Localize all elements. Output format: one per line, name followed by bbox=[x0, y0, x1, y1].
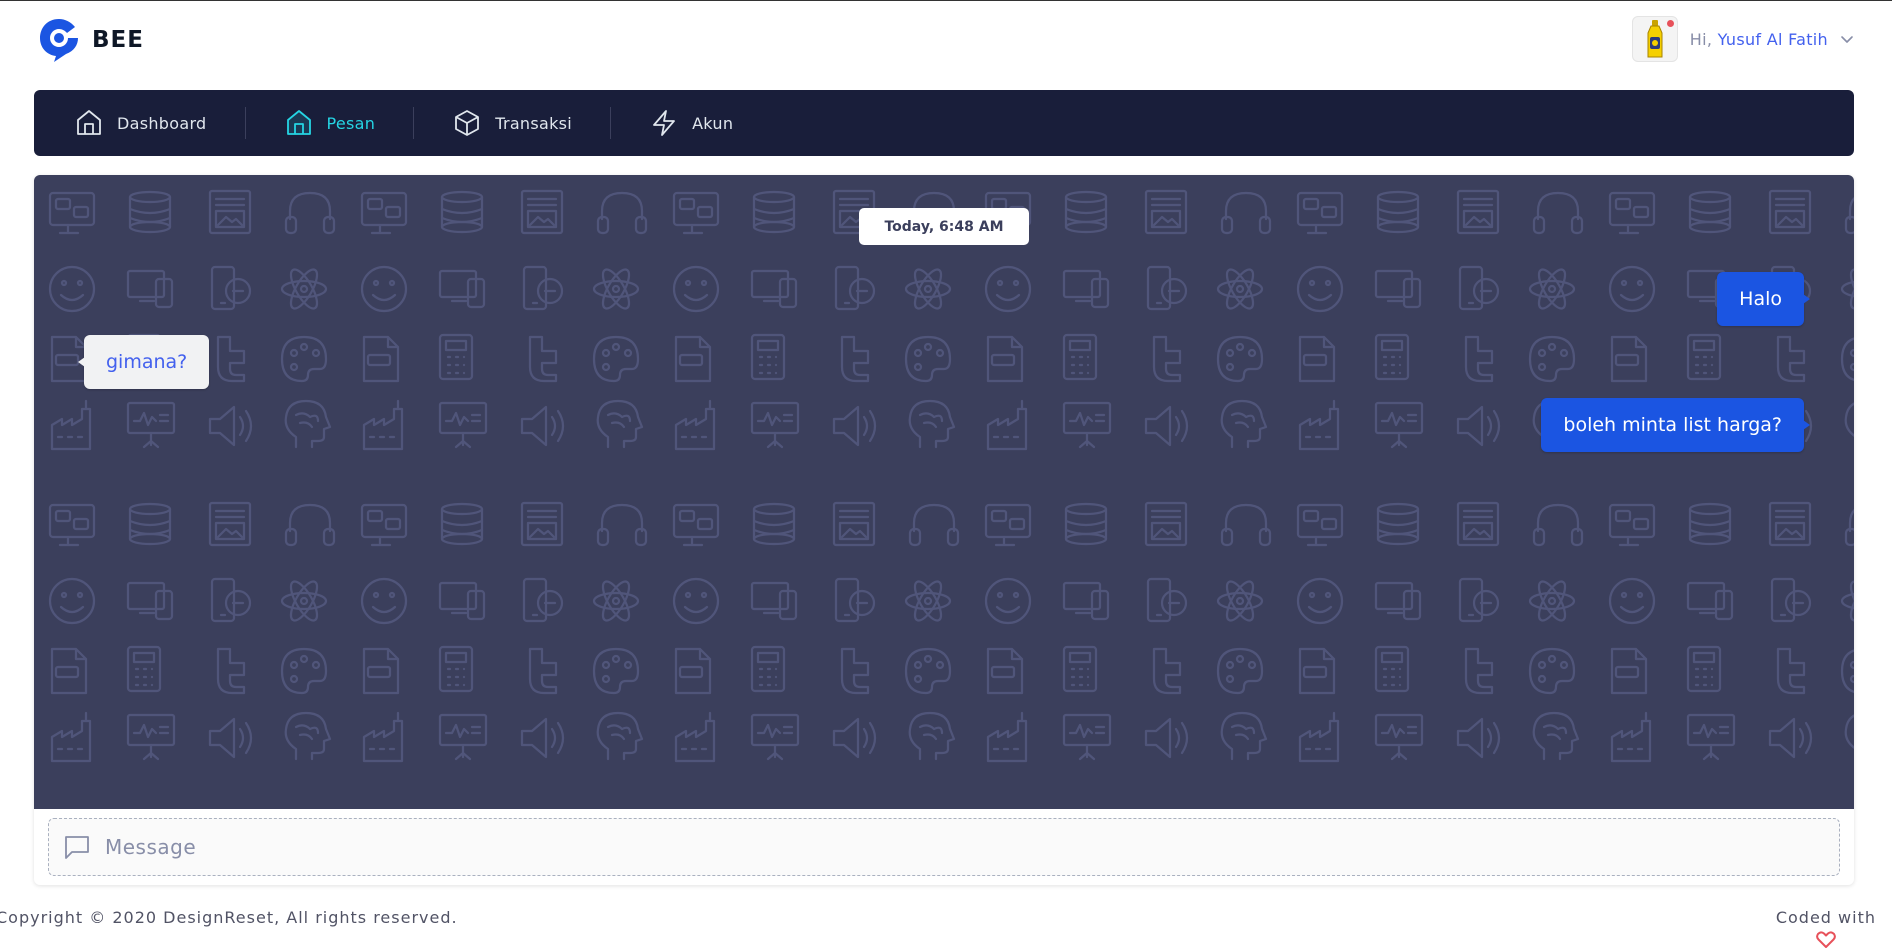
app-logo[interactable]: BEE bbox=[38, 17, 144, 63]
nav-item-dashboard[interactable]: Dashboard bbox=[74, 90, 207, 156]
nav-label: Transaksi bbox=[495, 113, 573, 133]
avatar bbox=[1631, 16, 1678, 62]
message-square-icon bbox=[65, 836, 89, 859]
nav-item-pesan[interactable]: Pesan bbox=[284, 90, 376, 156]
nav-divider bbox=[610, 107, 612, 139]
logo-icon bbox=[40, 19, 78, 62]
footer-copyright: Copyright © 2020 DesignReset, All rights… bbox=[0, 908, 458, 927]
user-menu[interactable]: Hi, Yusuf Al Fatih bbox=[1631, 15, 1854, 63]
coded-with-text: Coded with bbox=[1775, 908, 1876, 927]
chat-background-pattern bbox=[34, 175, 1854, 809]
home-icon bbox=[286, 110, 311, 135]
user-name: Yusuf Al Fatih bbox=[1717, 29, 1828, 49]
top-header: BEE Hi, Yusuf Al Fatih bbox=[0, 1, 1892, 79]
message-input[interactable] bbox=[105, 835, 1805, 859]
notification-dot bbox=[1666, 20, 1674, 27]
footer-credit: Coded with bbox=[1776, 908, 1876, 949]
nav-label: Pesan bbox=[326, 113, 376, 133]
chat-timestamp: Today, 6:48 AM bbox=[859, 208, 1029, 245]
user-greeting: Hi, Yusuf Al Fatih bbox=[1690, 30, 1828, 49]
greeting-prefix: Hi, bbox=[1689, 29, 1718, 49]
chevron-down-icon bbox=[1841, 36, 1853, 43]
chat-panel: Today, 6:48 AM Halo gimana? boleh minta … bbox=[34, 175, 1854, 885]
nav-divider bbox=[244, 107, 246, 139]
message-bubble-sent: boleh minta list harga? bbox=[1541, 398, 1810, 452]
home-icon bbox=[77, 110, 101, 135]
nav-divider bbox=[413, 107, 415, 139]
heart-icon bbox=[1816, 931, 1836, 948]
chat-conversation[interactable]: Today, 6:48 AM Halo gimana? boleh minta … bbox=[34, 175, 1854, 809]
nav-label: Akun bbox=[692, 113, 734, 133]
box-icon bbox=[455, 110, 480, 136]
message-bubble-sent: Halo bbox=[1717, 272, 1810, 326]
message-composer bbox=[48, 818, 1840, 876]
bottle-icon bbox=[1647, 20, 1663, 58]
zap-icon bbox=[653, 110, 675, 136]
app-name: BEE bbox=[92, 27, 144, 53]
message-bubble-received: gimana? bbox=[77, 335, 210, 389]
nav-item-transaksi[interactable]: Transaksi bbox=[452, 90, 572, 156]
nav-label: Dashboard bbox=[117, 113, 207, 133]
main-nav: Dashboard Pesan Transaksi Akun bbox=[34, 90, 1854, 156]
nav-item-akun[interactable]: Akun bbox=[649, 90, 733, 156]
